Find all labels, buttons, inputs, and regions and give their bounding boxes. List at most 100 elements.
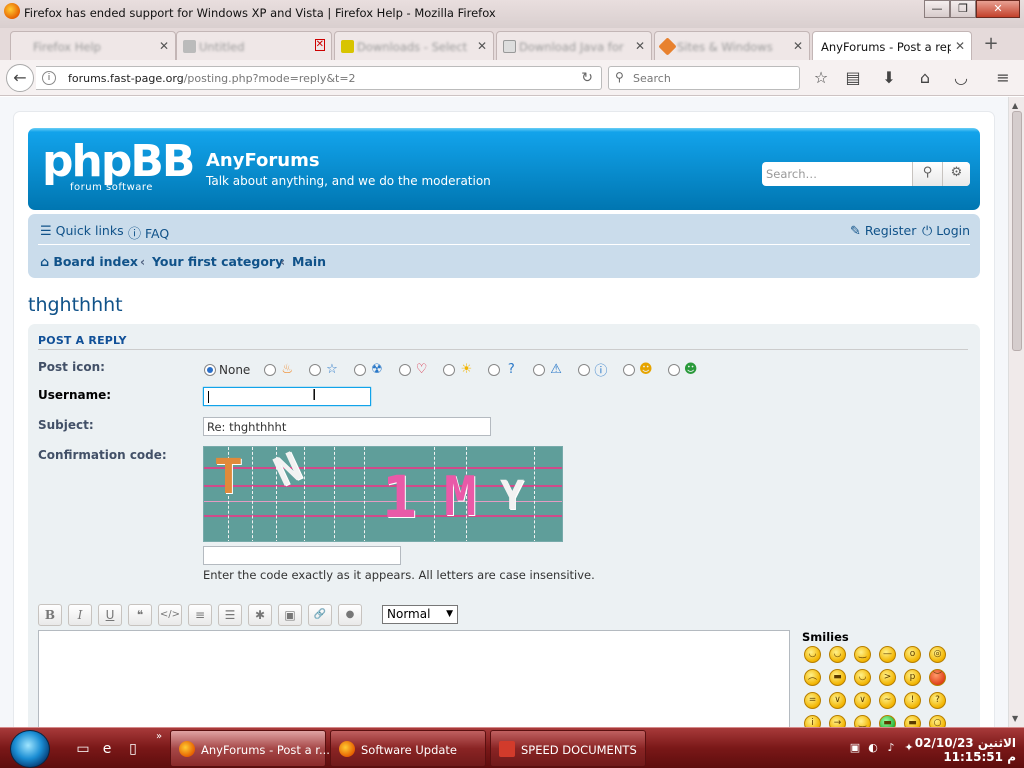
tab-5[interactable]: Sites & Windows ✕ <box>654 31 810 60</box>
color-button[interactable]: ● <box>338 604 362 626</box>
post-icon-radio[interactable] <box>533 363 546 376</box>
smiley-icon[interactable]: ∨ <box>829 692 846 709</box>
smiley-icon[interactable]: = <box>804 692 821 709</box>
post-icon-radio[interactable] <box>622 363 635 376</box>
smiley-icon[interactable]: ▬ <box>829 669 846 686</box>
start-button[interactable] <box>10 730 50 768</box>
list-item-button[interactable]: ✱ <box>248 604 272 626</box>
taskbar-item-firefox[interactable]: AnyForums - Post a r... <box>170 730 330 767</box>
tab-3[interactable]: Downloads - Select ✕ <box>334 31 494 60</box>
subject-input[interactable]: Re: thghthhht <box>203 417 491 436</box>
back-button[interactable]: ← <box>6 64 34 92</box>
phpbb-logo[interactable]: phpBB forum software <box>42 140 195 198</box>
bookmark-star-icon[interactable]: ☆ <box>810 68 832 88</box>
app-icon[interactable]: ▯ <box>124 740 142 758</box>
tab-active[interactable]: AnyForums - Post a reply ✕ <box>812 31 972 60</box>
tab-4[interactable]: Download Java for ✕ <box>496 31 652 60</box>
browser-search-input[interactable]: ⚲ Search <box>608 66 800 90</box>
confirmation-code-input[interactable] <box>203 546 401 565</box>
breadcrumb-category[interactable]: Your first category <box>152 254 283 269</box>
tab-close-icon[interactable]: ✕ <box>314 39 325 51</box>
new-tab-button[interactable]: + <box>980 34 1002 54</box>
smiley-icon[interactable]: ~ <box>879 692 896 709</box>
tab-1[interactable]: Firefox Help ✕ <box>10 31 176 60</box>
pocket-icon[interactable]: ◡ <box>950 68 972 88</box>
internet-explorer-icon[interactable]: e <box>98 740 116 758</box>
scroll-thumb[interactable] <box>1012 111 1022 351</box>
smiley-icon[interactable]: ∨ <box>854 692 871 709</box>
register-link[interactable]: ✎ Register <box>850 223 916 239</box>
underline-button[interactable]: U <box>98 604 122 626</box>
ordered-list-button[interactable]: ☰ <box>218 604 242 626</box>
post-icon-radio[interactable] <box>667 363 680 376</box>
home-icon[interactable]: ⌂ <box>914 68 936 88</box>
smiley-icon[interactable]: ◡ <box>829 646 846 663</box>
tab-2[interactable]: Untitled ✕ <box>176 31 332 60</box>
download-icon[interactable]: ⬇ <box>878 68 900 88</box>
breadcrumb-forum[interactable]: Main <box>292 254 326 269</box>
menu-icon[interactable]: ≡ <box>992 68 1014 88</box>
taskbar-item-speed-documents[interactable]: SPEED DOCUMENTS <box>490 730 646 767</box>
library-icon[interactable]: ▤ <box>842 68 864 88</box>
show-desktop-icon[interactable]: ▭ <box>74 740 92 758</box>
tray-icon[interactable]: ◐ <box>866 741 880 755</box>
link-button[interactable]: 🔗 <box>308 604 332 626</box>
post-icon-radio[interactable] <box>398 363 411 376</box>
smiley-icon[interactable]: ◡ <box>854 669 871 686</box>
url-bar[interactable]: i forums.fast-page.org/posting.php?mode=… <box>36 66 602 90</box>
post-icon-radio[interactable] <box>488 363 501 376</box>
search-button[interactable]: ⚲ <box>912 162 942 186</box>
quote-button[interactable]: ❝ <box>128 604 152 626</box>
smiley-icon[interactable]: i <box>804 715 821 727</box>
volume-icon[interactable]: ♪ <box>884 741 898 755</box>
smiley-icon[interactable]: ? <box>929 692 946 709</box>
smiley-icon[interactable]: o <box>904 646 921 663</box>
list-button[interactable]: ≡ <box>188 604 212 626</box>
font-size-select[interactable]: Normal ▼ <box>382 605 458 624</box>
reload-icon[interactable]: ↻ <box>581 70 593 86</box>
smiley-icon[interactable]: ◎ <box>929 646 946 663</box>
quick-links-link[interactable]: ☰ Quick links <box>40 223 124 239</box>
tab-close-icon[interactable]: ✕ <box>793 39 803 53</box>
post-icon-radio[interactable] <box>353 363 366 376</box>
topic-title[interactable]: thghthhht <box>28 294 123 316</box>
smiley-icon[interactable]: ▬ <box>904 715 921 727</box>
post-icon-radio[interactable] <box>577 363 590 376</box>
scroll-up-icon[interactable]: ▲ <box>1012 101 1018 110</box>
image-button[interactable]: ▣ <box>278 604 302 626</box>
bold-button[interactable]: B <box>38 604 62 626</box>
smiley-icon[interactable]: ‿ <box>854 715 871 727</box>
forum-search-input[interactable]: Search… <box>766 167 817 181</box>
tab-close-icon[interactable]: ✕ <box>159 39 169 53</box>
smiley-icon[interactable]: p <box>904 669 921 686</box>
post-icon-radio[interactable] <box>264 363 277 376</box>
tab-close-icon[interactable]: ✕ <box>477 39 487 53</box>
taskbar-item-software-update[interactable]: Software Update <box>330 730 486 767</box>
breadcrumb-board-index[interactable]: ⌂ Board index <box>40 254 138 269</box>
smiley-icon[interactable]: ! <box>904 692 921 709</box>
faq-link[interactable]: ⓘ FAQ <box>128 223 169 242</box>
overflow-chevron-icon[interactable]: » <box>150 728 168 746</box>
maximize-button[interactable]: ❐ <box>950 0 976 18</box>
smiley-icon[interactable]: — <box>879 646 896 663</box>
username-input[interactable] <box>203 387 371 406</box>
message-textarea[interactable] <box>38 630 790 727</box>
code-button[interactable]: </> <box>158 604 182 626</box>
login-link[interactable]: ⏻ Login <box>922 223 970 239</box>
smiley-icon[interactable]: > <box>879 669 896 686</box>
close-button[interactable]: ✕ <box>976 0 1020 18</box>
smiley-icon[interactable]: ◡ <box>804 646 821 663</box>
info-icon[interactable]: i <box>42 71 56 85</box>
smiley-icon[interactable]: ︵ <box>804 669 821 686</box>
italic-button[interactable]: I <box>68 604 92 626</box>
advanced-search-button[interactable]: ⚙ <box>942 162 970 186</box>
post-icon-radio[interactable] <box>443 363 456 376</box>
smiley-icon[interactable]: ‿ <box>854 646 871 663</box>
clock[interactable]: الاثنين 02/10/23 م 11:15:51 <box>915 736 1016 764</box>
smiley-icon[interactable]: → <box>829 715 846 727</box>
network-icon[interactable]: ▣ <box>848 741 862 755</box>
smiley-icon[interactable]: ︶ <box>929 669 946 686</box>
tab-close-icon[interactable]: ✕ <box>635 39 645 53</box>
post-icon-radio[interactable] <box>308 363 321 376</box>
tab-close-icon[interactable]: ✕ <box>955 39 965 53</box>
